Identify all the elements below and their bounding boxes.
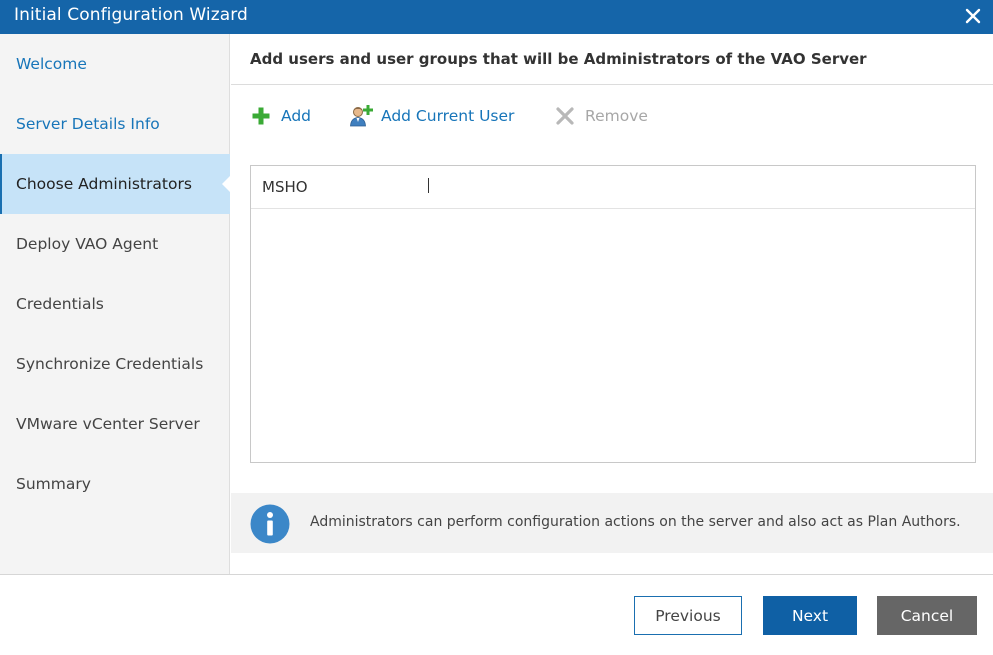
add-current-user-button-label: Add Current User — [381, 107, 515, 125]
step-welcome[interactable]: Welcome — [0, 34, 230, 94]
close-button[interactable] — [959, 2, 987, 30]
list-item[interactable]: MSHO — [251, 166, 975, 209]
previous-button[interactable]: Previous — [634, 596, 742, 635]
remove-button[interactable]: Remove — [552, 100, 648, 132]
footer-divider — [0, 574, 993, 575]
info-icon — [250, 504, 290, 544]
step-deploy-vao-agent: Deploy VAO Agent — [0, 214, 230, 274]
step-label: Deploy VAO Agent — [16, 235, 159, 253]
close-icon — [965, 8, 981, 24]
page-header: Add users and user groups that will be A… — [231, 34, 993, 85]
add-current-user-button[interactable]: Add Current User — [348, 100, 514, 132]
info-text: Administrators can perform configuration… — [310, 514, 961, 530]
step-server-details-info[interactable]: Server Details Info — [0, 94, 230, 154]
text-cursor — [428, 178, 429, 193]
step-vmware-vcenter-server: VMware vCenter Server — [0, 394, 230, 454]
step-label: Server Details Info — [16, 115, 160, 133]
step-summary: Summary — [0, 454, 230, 514]
administrators-list[interactable]: MSHO — [250, 165, 976, 463]
admin-toolbar: Add Add Current User Remove — [248, 100, 948, 132]
step-synchronize-credentials: Synchronize Credentials — [0, 334, 230, 394]
plus-icon — [248, 103, 274, 129]
add-button-label: Add — [281, 107, 312, 125]
step-label: VMware vCenter Server — [16, 415, 200, 433]
cancel-button[interactable]: Cancel — [877, 596, 977, 635]
title-bar: Initial Configuration Wizard — [0, 0, 993, 34]
window-title: Initial Configuration Wizard — [14, 5, 248, 25]
x-icon — [552, 103, 578, 129]
step-label: Welcome — [16, 55, 87, 73]
add-user-icon — [348, 103, 374, 129]
step-label: Summary — [16, 475, 91, 493]
page-title: Add users and user groups that will be A… — [250, 50, 867, 68]
remove-button-label: Remove — [585, 107, 648, 125]
add-button[interactable]: Add — [248, 100, 311, 132]
info-panel: Administrators can perform configuration… — [231, 493, 993, 553]
step-credentials: Credentials — [0, 274, 230, 334]
step-label: Credentials — [16, 295, 104, 313]
next-button[interactable]: Next — [763, 596, 857, 635]
wizard-steps-sidebar: Welcome Server Details Info Choose Admin… — [0, 34, 230, 574]
step-label: Choose Administrators — [16, 175, 192, 193]
step-label: Synchronize Credentials — [16, 355, 204, 373]
admin-name: MSHO — [262, 178, 308, 196]
step-choose-administrators[interactable]: Choose Administrators — [0, 154, 230, 214]
